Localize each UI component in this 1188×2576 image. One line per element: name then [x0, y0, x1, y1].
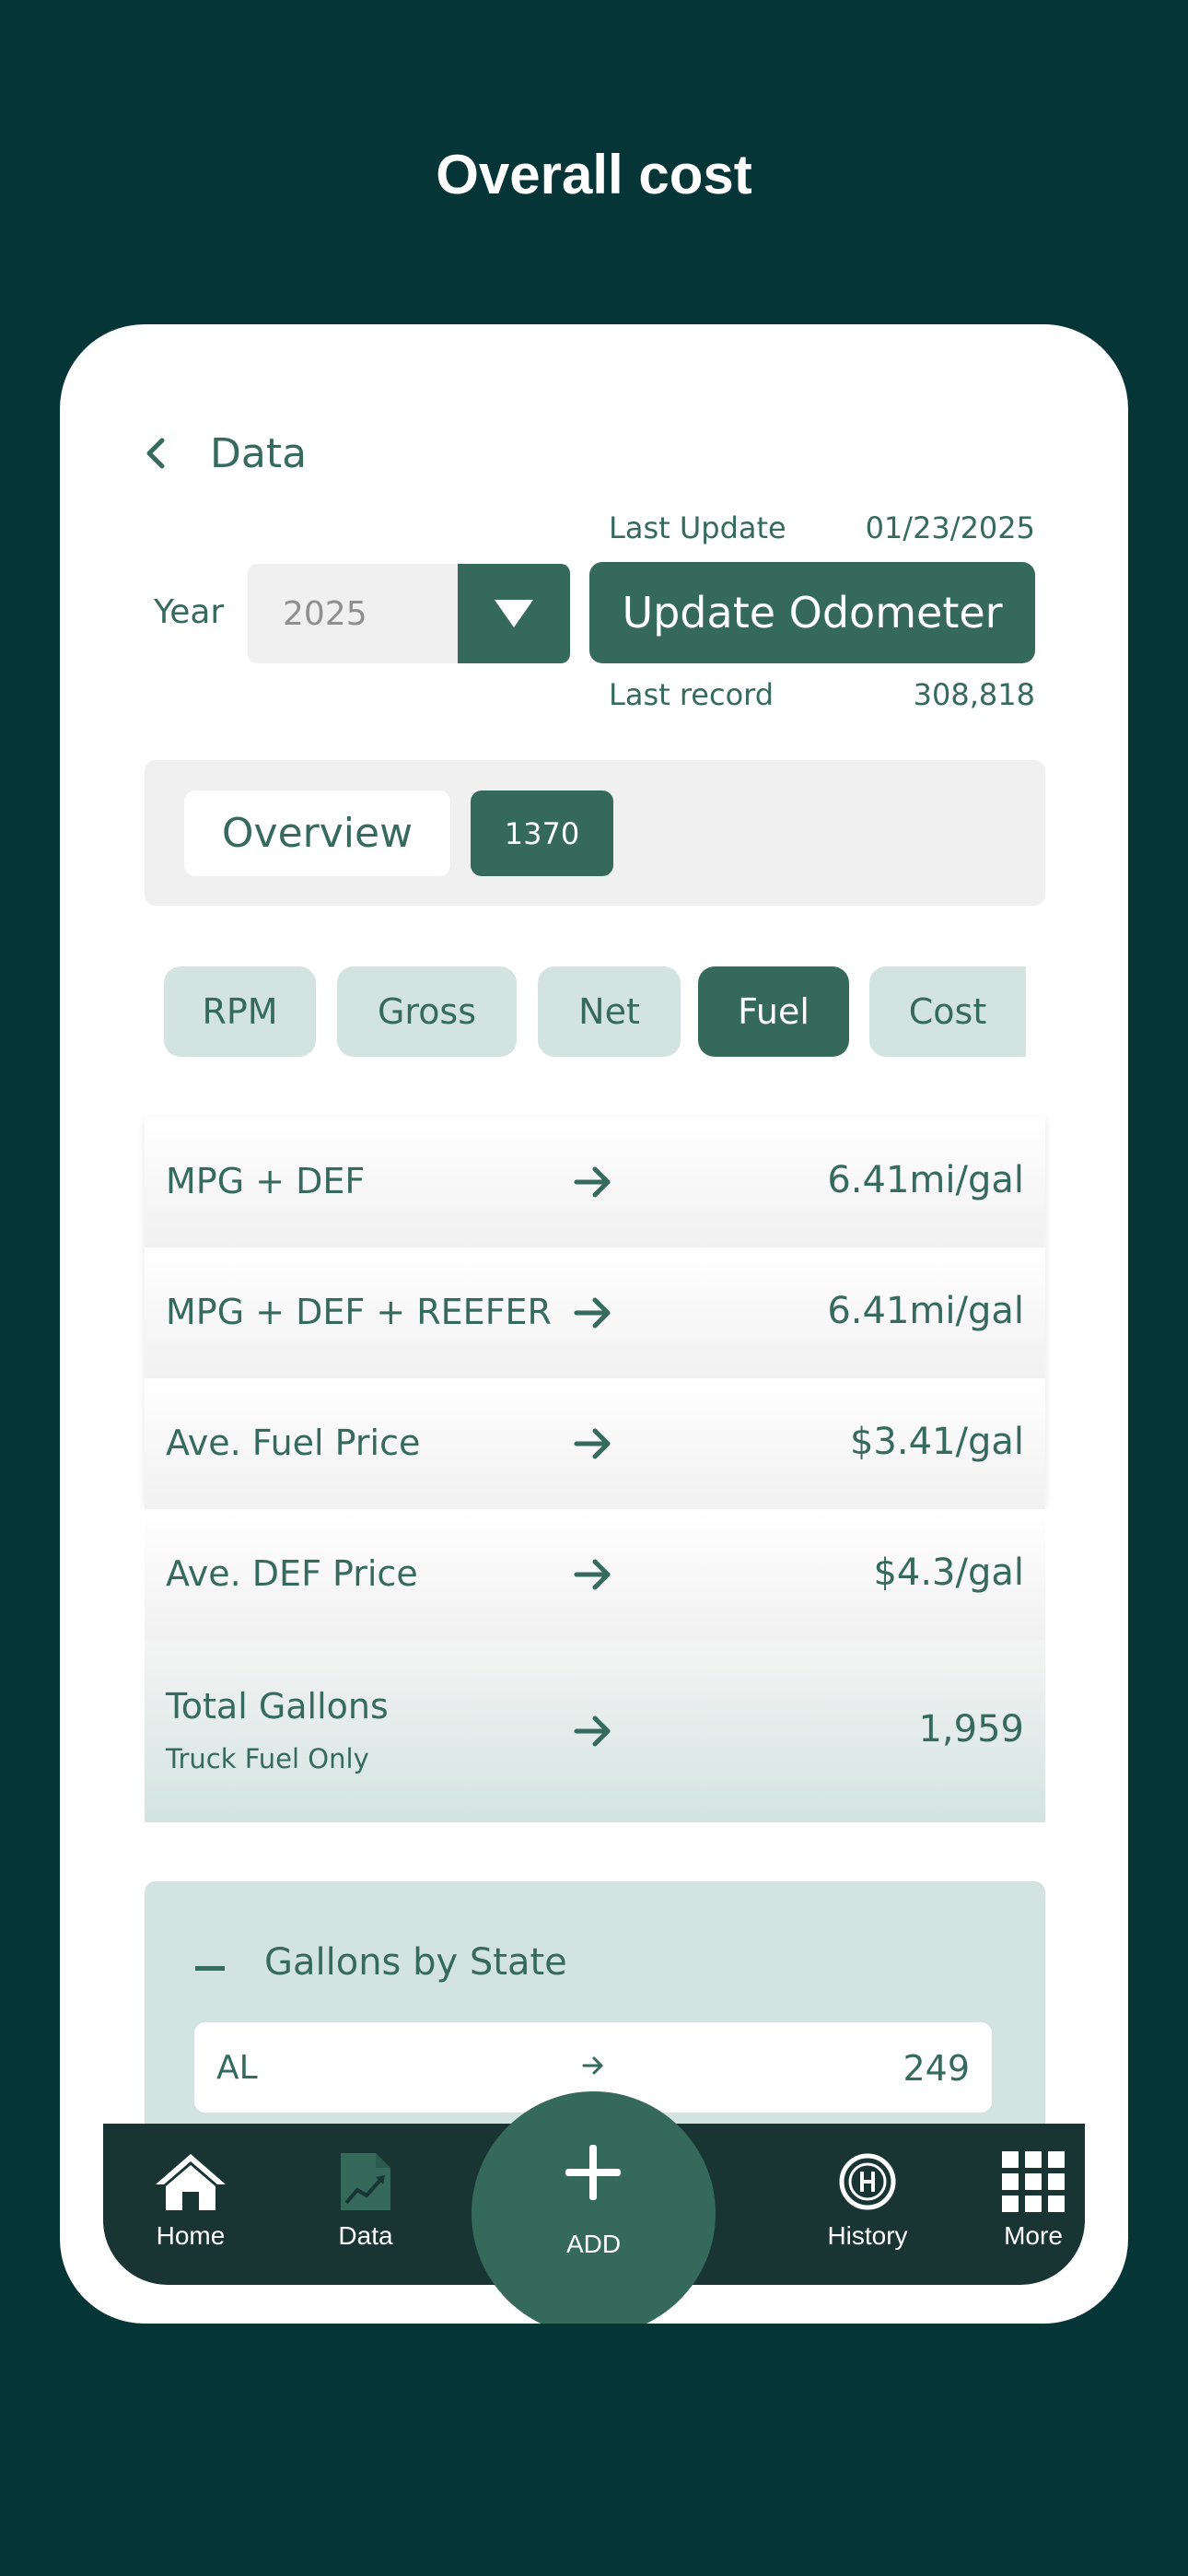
chip-fuel[interactable]: Fuel: [698, 966, 849, 1057]
nav-more-label: More: [1004, 2221, 1063, 2250]
metric-value: 6.41mi/gal: [827, 1290, 1024, 1332]
metric-value: $3.41/gal: [849, 1421, 1024, 1463]
last-record-label: Last record: [609, 677, 775, 712]
update-odometer-button[interactable]: Update Odometer: [589, 562, 1035, 663]
state-name: AL: [216, 2049, 258, 2087]
add-label: ADD: [565, 2230, 622, 2258]
history-icon: [839, 2153, 896, 2210]
data-report-icon: [341, 2153, 390, 2210]
phone-screen: Data Last Update 01/23/2025 Year 2025 Up…: [60, 324, 1128, 2324]
chip-net[interactable]: Net: [538, 966, 681, 1057]
arrow-right-icon: [574, 1166, 611, 1198]
metric-label: Ave. Fuel Price: [166, 1423, 421, 1463]
year-dropdown-button[interactable]: [458, 564, 570, 663]
page-title: Overall cost: [436, 144, 752, 205]
arrow-right-icon: [574, 1715, 611, 1747]
year-value: 2025: [283, 595, 367, 633]
metric-label: MPG + DEF + REEFER: [166, 1292, 552, 1332]
overview-count-badge[interactable]: 1370: [471, 790, 613, 876]
metric-label: Ave. DEF Price: [166, 1553, 418, 1594]
grid-icon: [1002, 2151, 1065, 2212]
metric-row-def-price[interactable]: Ave. DEF Price $4.3/gal: [145, 1509, 1045, 1642]
metric-sublabel: Truck Fuel Only: [166, 1743, 369, 1774]
nav-more[interactable]: More: [992, 2124, 1075, 2285]
metric-row-mpg-def-reefer[interactable]: MPG + DEF + REEFER 6.41mi/gal: [145, 1247, 1045, 1380]
metric-label: MPG + DEF: [166, 1161, 366, 1201]
overview-panel: Overview 1370: [145, 760, 1045, 906]
metric-row-fuel-price[interactable]: Ave. Fuel Price $3.41/gal: [145, 1378, 1045, 1511]
home-icon: [156, 2154, 226, 2210]
last-update-label: Last Update: [609, 510, 786, 545]
back-label: Data: [210, 429, 308, 477]
metric-value: 1,959: [918, 1708, 1024, 1751]
collapse-icon[interactable]: [195, 1966, 225, 1971]
state-gallons: 249: [903, 2048, 970, 2089]
last-update-value: 01/23/2025: [865, 510, 1035, 545]
chip-rpm[interactable]: RPM: [164, 966, 316, 1057]
bottom-nav: Home Data ADD History More: [103, 2091, 1085, 2324]
nav-home[interactable]: Home: [135, 2124, 246, 2285]
back-nav[interactable]: Data: [138, 416, 307, 490]
arrow-right-icon: [582, 2056, 603, 2075]
metric-row-total-gallons[interactable]: Total Gallons Truck Fuel Only 1,959: [145, 1640, 1045, 1822]
add-button[interactable]: ADD: [472, 2091, 716, 2324]
nav-data[interactable]: Data: [324, 2124, 407, 2285]
metric-value: $4.3/gal: [873, 1551, 1024, 1594]
gallons-by-state-title[interactable]: Gallons by State: [264, 1941, 567, 1984]
year-select[interactable]: 2025: [248, 564, 570, 663]
arrow-right-icon: [574, 1559, 611, 1590]
metric-label: Total Gallons: [166, 1686, 389, 1727]
nav-home-label: Home: [156, 2221, 226, 2250]
arrow-right-icon: [574, 1428, 611, 1459]
chip-gross[interactable]: Gross: [337, 966, 517, 1057]
year-label: Year: [154, 593, 225, 631]
nav-data-label: Data: [338, 2221, 393, 2250]
overview-tab[interactable]: Overview: [184, 790, 450, 876]
metric-row-mpg-def[interactable]: MPG + DEF 6.41mi/gal: [145, 1117, 1045, 1249]
nav-history-label: History: [827, 2221, 908, 2250]
arrow-right-icon: [574, 1297, 611, 1329]
caret-down-icon: [495, 600, 533, 627]
nav-history[interactable]: History: [812, 2124, 923, 2285]
last-record-value: 308,818: [913, 677, 1035, 712]
plus-icon: [565, 2145, 621, 2200]
fuel-metrics-list: MPG + DEF 6.41mi/gal MPG + DEF + REEFER …: [145, 1117, 1045, 1822]
metric-value: 6.41mi/gal: [827, 1159, 1024, 1201]
chevron-left-icon: [146, 438, 165, 469]
chip-cost[interactable]: Cost: [869, 966, 1026, 1057]
